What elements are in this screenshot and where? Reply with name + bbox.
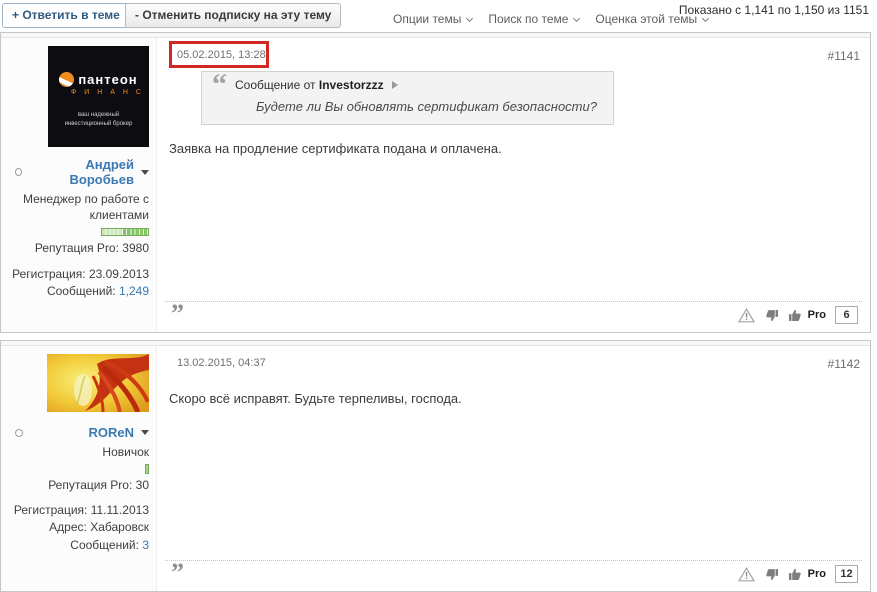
- reply-with-quote-icon[interactable]: ”: [171, 560, 184, 586]
- thumbs-up-icon[interactable]: [788, 308, 803, 323]
- menu-thread-options-label: Опции темы: [393, 12, 462, 26]
- avatar-phoenix[interactable]: [47, 354, 149, 412]
- avatar-tagline-1: ваш надежный: [77, 112, 120, 118]
- post-footer: ”: [165, 560, 862, 591]
- avatar-brand-sub: Ф И Н А Н С: [71, 89, 144, 96]
- messages-label: Сообщений:: [46, 283, 116, 298]
- pro-vote-label[interactable]: Pro: [808, 309, 826, 321]
- post-message: Заявка на продление сертификата подана и…: [169, 141, 502, 156]
- post-footer: ”: [165, 301, 862, 332]
- user-panel-2: ROReN Новичок Репутация Pro: 30 Регистра…: [1, 346, 157, 591]
- messages-row: Сообщений: 3: [7, 537, 149, 554]
- post-number-link[interactable]: #1142: [828, 357, 860, 371]
- reputation-bar: [145, 463, 149, 474]
- quoted-text: Будете ли Вы обновлять сертификат безопа…: [256, 99, 597, 114]
- likes-count-box[interactable]: 6: [835, 306, 858, 324]
- messages-count-link[interactable]: 1,249: [119, 284, 149, 298]
- user-menu-arrow-icon[interactable]: [141, 430, 149, 435]
- panteon-logo-icon: [59, 72, 75, 87]
- address-label: Адрес:: [49, 520, 87, 535]
- registration-value: 23.09.2013: [88, 266, 149, 281]
- reputation-row: Репутация Pro: 30: [7, 477, 149, 494]
- forum-thread-page: + Ответить в теме - Отменить подписку на…: [0, 0, 877, 592]
- post-date: 05.02.2015, 13:28: [177, 49, 266, 61]
- reputation-label: Репутация Pro:: [34, 241, 119, 256]
- messages-row: Сообщений: 1,249: [7, 283, 149, 300]
- registration-value: 11.11.2013: [90, 502, 149, 517]
- user-title: Новичок: [102, 445, 149, 459]
- post-message: Скоро всё исправят. Будьте терпеливы, го…: [169, 391, 462, 406]
- chevron-down-icon: [466, 14, 474, 23]
- thread-toolbar: + Ответить в теме - Отменить подписку на…: [0, 0, 877, 32]
- reputation-value: 30: [135, 477, 149, 492]
- reputation-row: Репутация Pro: 3980: [7, 240, 149, 257]
- menu-thread-options[interactable]: Опции темы: [393, 12, 474, 26]
- post-content-2: 13.02.2015, 04:37 #1142 Скоро всё исправ…: [157, 346, 870, 591]
- registration-label: Регистрация:: [13, 502, 88, 517]
- online-status-icon: [15, 168, 23, 176]
- menu-thread-search[interactable]: Поиск по теме: [488, 12, 581, 26]
- username-link[interactable]: Андрей Воробьев: [29, 157, 134, 187]
- unsubscribe-thread-button[interactable]: - Отменить подписку на эту тему: [125, 3, 342, 28]
- post-number-link[interactable]: #1141: [828, 49, 860, 63]
- thumbs-down-icon[interactable]: [764, 308, 779, 323]
- thread-menus: Опции темы Поиск по теме Оценка этой тем…: [393, 12, 710, 26]
- reputation-label: Репутация Pro:: [48, 477, 133, 492]
- online-status-icon: [15, 428, 23, 437]
- report-post-icon[interactable]: [737, 307, 755, 323]
- avatar-brand-name: пантеон: [78, 72, 138, 87]
- quote-author-link[interactable]: Investorzzz: [319, 78, 384, 92]
- address-value: Хабаровск: [90, 520, 149, 535]
- quote-open-icon: “: [212, 68, 227, 101]
- quote-header-prefix: Сообщение от: [235, 78, 316, 92]
- avatar-tagline-2: инвестиционный брокер: [64, 121, 133, 127]
- user-menu-arrow-icon[interactable]: [141, 169, 149, 175]
- registration-row: Регистрация: 23.09.2013: [7, 266, 149, 283]
- post-1141: пантеон Ф И Н А Н С ваш надежный инвести…: [0, 32, 871, 333]
- messages-label: Сообщений:: [70, 537, 139, 552]
- menu-thread-search-label: Поиск по теме: [488, 12, 569, 26]
- user-title: Менеджер по работе с клиентами: [22, 192, 149, 222]
- post-date: 13.02.2015, 04:37: [177, 357, 266, 369]
- goto-quoted-post-icon[interactable]: [391, 81, 398, 89]
- phoenix-artwork: [47, 354, 149, 412]
- avatar-tagline: ваш надежный инвестиционный брокер: [65, 111, 133, 129]
- pro-vote-label[interactable]: Pro: [808, 568, 826, 580]
- registration-label: Регистрация:: [12, 266, 86, 281]
- quote-block: “ Сообщение от Investorzzz Будете ли Вы …: [201, 68, 614, 125]
- reputation-value: 3980: [122, 241, 149, 256]
- username-link[interactable]: ROReN: [88, 425, 134, 440]
- messages-count-link[interactable]: 3: [142, 538, 149, 552]
- address-row: Адрес: Хабаровск: [7, 519, 149, 536]
- post-content-1: 05.02.2015, 13:28 #1141 “ Сообщение от I…: [157, 38, 870, 332]
- registration-row: Регистрация: 11.11.2013: [7, 502, 149, 519]
- paging-info: Показано с 1,141 по 1,150 из 1151: [678, 3, 869, 17]
- post-separator: [0, 333, 877, 340]
- reply-with-quote-icon[interactable]: ”: [171, 301, 184, 327]
- report-post-icon[interactable]: [737, 566, 755, 582]
- reputation-bar: [101, 228, 149, 237]
- thumbs-down-icon[interactable]: [764, 567, 779, 582]
- user-panel-1: пантеон Ф И Н А Н С ваш надежный инвести…: [1, 38, 157, 332]
- quote-header-text: Сообщение от Investorzzz: [235, 78, 384, 92]
- reply-to-thread-button[interactable]: + Ответить в теме: [2, 3, 130, 28]
- thumbs-up-icon[interactable]: [788, 567, 803, 582]
- chevron-down-icon: [573, 14, 581, 23]
- likes-count-box[interactable]: 12: [835, 565, 858, 583]
- avatar-panteon-finans[interactable]: пантеон Ф И Н А Н С ваш надежный инвести…: [48, 46, 149, 147]
- post-1142: ROReN Новичок Репутация Pro: 30 Регистра…: [0, 340, 871, 592]
- panteon-finans-logo: пантеон Ф И Н А Н С ваш надежный инвести…: [48, 46, 149, 147]
